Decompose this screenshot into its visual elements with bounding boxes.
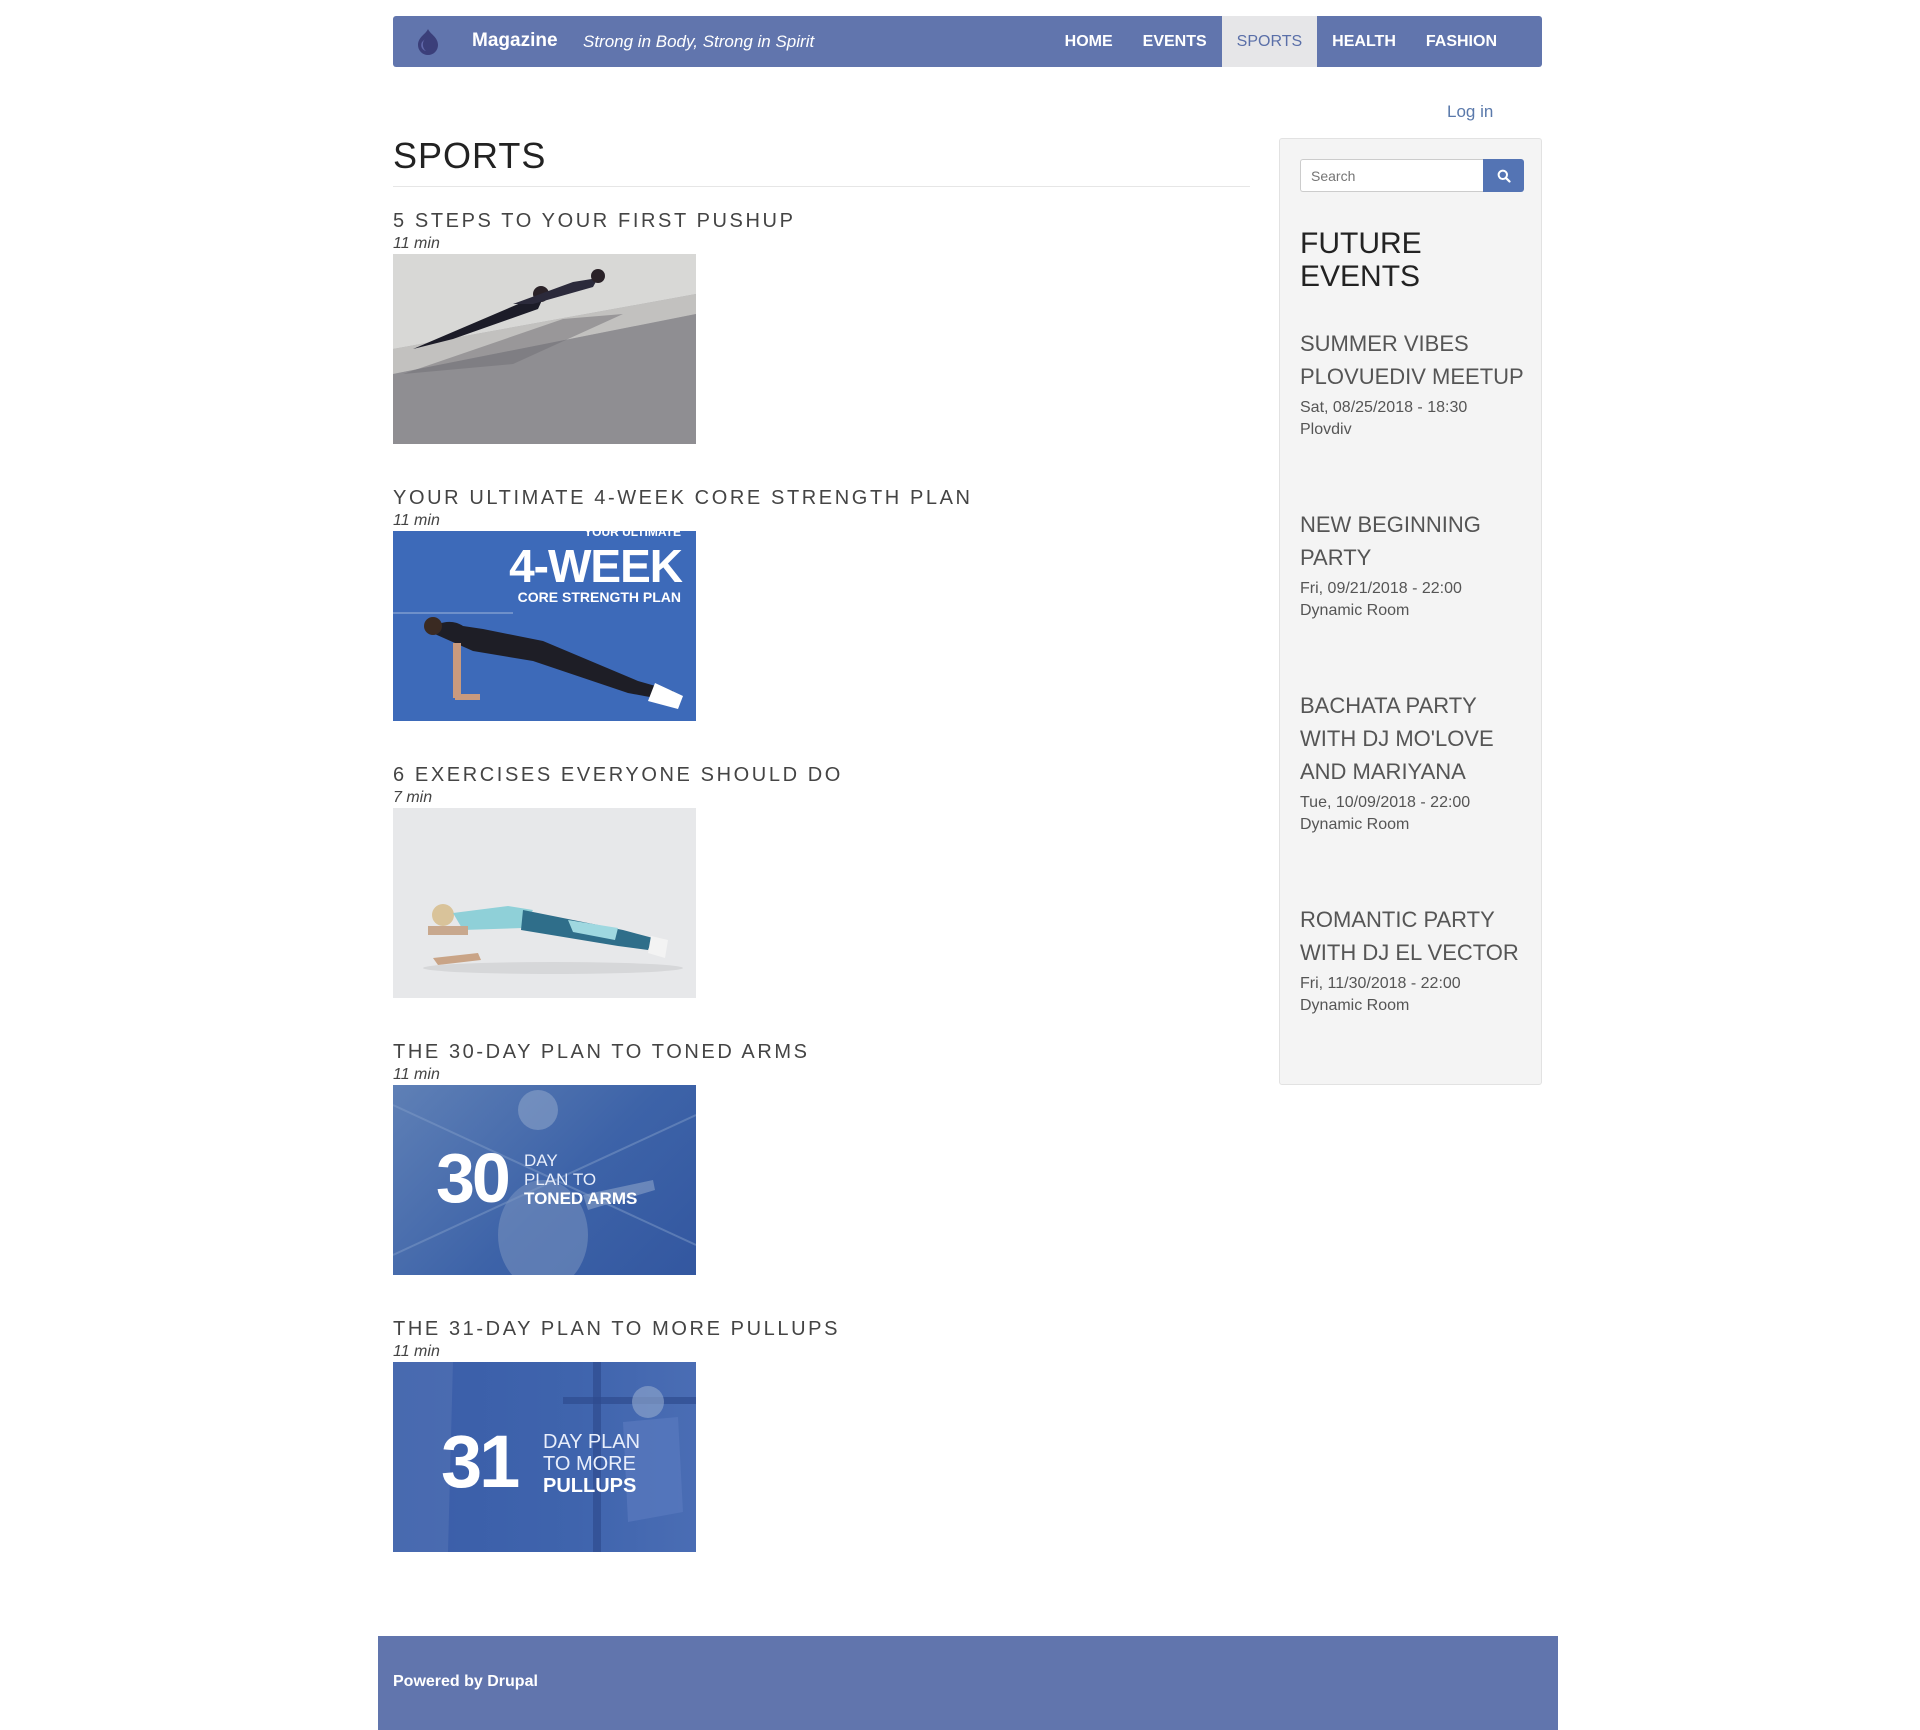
event-item: ROMANTIC PARTY WITH DJ EL VECTOR Fri, 11… <box>1300 903 1530 1017</box>
pushup-photo-icon[interactable] <box>393 254 696 444</box>
event-title[interactable]: BACHATA PARTY WITH DJ MO'LOVE AND MARIYA… <box>1300 689 1530 788</box>
image-caption-top: YOUR ULTIMATE <box>584 531 681 539</box>
article-title[interactable]: 5 STEPS TO YOUR FIRST PUSHUP <box>393 209 1293 233</box>
image-caption-small: CORE STRENGTH PLAN <box>517 589 681 605</box>
event-location: Plovdiv <box>1300 421 1352 438</box>
article-title[interactable]: YOUR ULTIMATE 4-WEEK CORE STRENGTH PLAN <box>393 486 1293 510</box>
image-caption-line1: DAY PLAN <box>543 1431 641 1453</box>
article-title[interactable]: 6 EXERCISES EVERYONE SHOULD DO <box>393 763 1293 787</box>
site-header: Magazine Strong in Body, Strong in Spiri… <box>393 16 1542 67</box>
title-divider <box>393 186 1250 187</box>
article-title[interactable]: THE 30-DAY PLAN TO TONED ARMS <box>393 1040 1293 1064</box>
image-caption-big: 4-WEEK <box>509 540 683 592</box>
main-navigation: HOME EVENTS SPORTS HEALTH FASHION <box>1050 16 1542 67</box>
article-read-time: 11 min <box>393 512 440 529</box>
article-read-time: 11 min <box>393 1343 440 1360</box>
event-item: NEW BEGINNING PARTY Fri, 09/21/2018 - 22… <box>1300 508 1530 622</box>
image-caption-line3: PULLUPS <box>543 1475 637 1497</box>
article-read-time: 11 min <box>393 235 440 252</box>
nav-home[interactable]: HOME <box>1050 16 1128 67</box>
event-location: Dynamic Room <box>1300 816 1410 833</box>
drupal-logo-icon[interactable] <box>413 27 443 57</box>
article-teaser: THE 31-DAY PLAN TO MORE PULLUPS 11 min 3… <box>393 1317 1293 1552</box>
search-button[interactable] <box>1483 159 1524 192</box>
event-date: Fri, 09/21/2018 - 22:00 <box>1300 580 1462 597</box>
event-title[interactable]: SUMMER VIBES PLOVUEDIV MEETUP <box>1300 327 1530 393</box>
arms-photo-icon[interactable]: 30 DAY PLAN TO TONED ARMS <box>393 1085 696 1275</box>
article-read-time: 11 min <box>393 1066 440 1083</box>
plank-photo-icon[interactable]: YOUR ULTIMATE 4-WEEK CORE STRENGTH PLAN <box>393 531 696 721</box>
image-caption-line2: PLAN TO <box>524 1170 597 1189</box>
article-teaser: YOUR ULTIMATE 4-WEEK CORE STRENGTH PLAN … <box>393 486 1293 721</box>
search-icon <box>1497 169 1511 183</box>
event-location: Dynamic Room <box>1300 997 1410 1014</box>
page-title: SPORTS <box>393 135 547 176</box>
login-link[interactable]: Log in <box>1447 102 1493 122</box>
search-form <box>1300 159 1524 192</box>
event-date: Tue, 10/09/2018 - 22:00 <box>1300 794 1471 811</box>
event-date: Fri, 11/30/2018 - 22:00 <box>1300 975 1461 992</box>
image-caption-line3: TONED ARMS <box>524 1189 638 1208</box>
article-read-time: 7 min <box>393 789 433 806</box>
forearm-plank-photo-icon[interactable] <box>393 808 696 998</box>
image-caption-number: 31 <box>441 1420 520 1503</box>
event-item: SUMMER VIBES PLOVUEDIV MEETUP Sat, 08/25… <box>1300 327 1530 441</box>
nav-health[interactable]: HEALTH <box>1317 16 1411 67</box>
article-teaser: 5 STEPS TO YOUR FIRST PUSHUP 11 min <box>393 209 1293 444</box>
event-title[interactable]: NEW BEGINNING PARTY <box>1300 508 1530 574</box>
event-location: Dynamic Room <box>1300 602 1410 619</box>
article-teaser: 6 EXERCISES EVERYONE SHOULD DO 7 min <box>393 763 1293 998</box>
site-slogan: Strong in Body, Strong in Spirit <box>583 32 815 51</box>
image-caption-line2: TO MORE <box>543 1453 636 1475</box>
event-date: Sat, 08/25/2018 - 18:30 <box>1300 399 1468 416</box>
article-teaser: THE 30-DAY PLAN TO TONED ARMS 11 min 30 … <box>393 1040 1293 1275</box>
image-caption-line1: DAY <box>524 1151 558 1170</box>
sidebar: FUTURE EVENTS SUMMER VIBES PLOVUEDIV MEE… <box>1279 138 1542 1085</box>
event-item: BACHATA PARTY WITH DJ MO'LOVE AND MARIYA… <box>1300 689 1530 836</box>
future-events-heading: FUTURE EVENTS <box>1300 227 1422 293</box>
nav-fashion[interactable]: FASHION <box>1411 16 1542 67</box>
article-title[interactable]: THE 31-DAY PLAN TO MORE PULLUPS <box>393 1317 1293 1341</box>
site-name[interactable]: Magazine <box>472 30 558 52</box>
powered-by-drupal[interactable]: Powered by Drupal <box>393 1673 538 1691</box>
pullup-photo-icon[interactable]: 31 DAY PLAN TO MORE PULLUPS <box>393 1362 696 1552</box>
nav-sports[interactable]: SPORTS <box>1221 16 1318 67</box>
search-input[interactable] <box>1300 159 1483 192</box>
nav-events[interactable]: EVENTS <box>1128 16 1222 67</box>
event-title[interactable]: ROMANTIC PARTY WITH DJ EL VECTOR <box>1300 903 1530 969</box>
image-caption-number: 30 <box>436 1139 511 1217</box>
